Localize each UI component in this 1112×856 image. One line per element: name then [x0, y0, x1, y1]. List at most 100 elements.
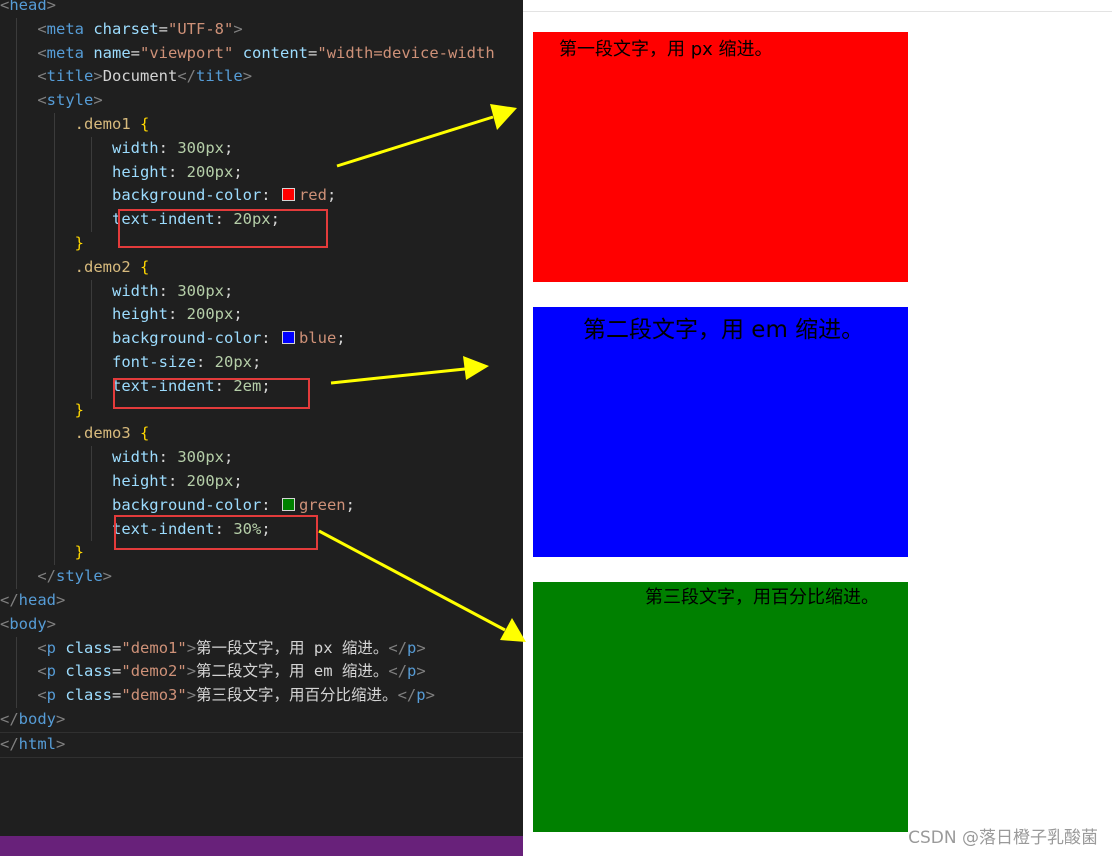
code-line[interactable]: height: 200px;: [0, 303, 523, 328]
indent-guide: [54, 303, 55, 328]
indent-guide: [16, 255, 17, 280]
code-editor-panel[interactable]: <head> <meta charset="UTF-8"> <meta name…: [0, 0, 523, 856]
indent-guide: [16, 160, 17, 185]
indent-guide: [16, 303, 17, 328]
indent-guide: [91, 208, 92, 232]
highlight-text-indent-em: [113, 378, 310, 409]
indent-guide: [16, 65, 17, 90]
code-line[interactable]: <p class="demo1">第一段文字，用 px 缩进。</p>: [0, 636, 523, 661]
code-line[interactable]: font-size: 20px;: [0, 350, 523, 375]
indent-guide: [54, 327, 55, 351]
preview-divider: [523, 11, 1112, 12]
indent-guide: [91, 350, 92, 375]
indent-guide: [54, 541, 55, 566]
indent-guide: [54, 422, 55, 447]
code-line[interactable]: width: 300px;: [0, 136, 523, 161]
indent-guide: [54, 517, 55, 542]
indent-guide: [54, 493, 55, 518]
code-line[interactable]: .demo1 {: [0, 112, 523, 137]
indent-guide: [54, 184, 55, 209]
indent-guide: [91, 160, 92, 185]
code-line[interactable]: <title>Document</title>: [0, 65, 523, 90]
indent-guide: [16, 89, 17, 113]
indent-guide: [16, 208, 17, 232]
indent-guide: [16, 493, 17, 518]
code-line[interactable]: height: 200px;: [0, 469, 523, 494]
indent-guide: [54, 255, 55, 280]
indent-guide: [16, 374, 17, 399]
indent-guide: [91, 136, 92, 161]
color-swatch-blue[interactable]: [281, 331, 295, 345]
indent-guide: [91, 517, 92, 542]
indent-guide: [54, 398, 55, 423]
indent-guide: [16, 136, 17, 161]
code-line[interactable]: <body>: [0, 613, 523, 637]
indent-guide: [16, 517, 17, 542]
browser-preview: 第一段文字，用 px 缩进。 第二段文字，用 em 缩进。 第三段文字，用百分比…: [523, 0, 1112, 856]
indent-guide: [54, 446, 55, 470]
indent-guide: [16, 660, 17, 685]
color-swatch-red[interactable]: [281, 188, 295, 202]
indent-guide: [91, 446, 92, 470]
indent-guide: [54, 112, 55, 137]
indent-guide: [54, 136, 55, 161]
indent-guide: [16, 184, 17, 209]
indent-guide: [16, 41, 17, 66]
code-line[interactable]: </body>: [0, 708, 523, 732]
indent-guide: [16, 541, 17, 566]
highlight-text-indent-px: [118, 209, 328, 248]
indent-guide: [16, 636, 17, 661]
indent-guide: [54, 279, 55, 304]
indent-guide: [54, 160, 55, 185]
demo2-box: 第二段文字，用 em 缩进。: [533, 307, 908, 557]
code-line[interactable]: background-color: green;: [0, 493, 523, 518]
indent-guide: [54, 374, 55, 399]
indent-guide: [16, 327, 17, 351]
code-line[interactable]: </head>: [0, 589, 523, 613]
code-line[interactable]: <p class="demo2">第二段文字，用 em 缩进。</p>: [0, 660, 523, 685]
indent-guide: [91, 184, 92, 209]
code-line[interactable]: <meta name="viewport" content="width=dev…: [0, 41, 523, 66]
demo1-paragraph: 第一段文字，用 px 缩进。: [559, 39, 773, 60]
highlight-text-indent-percent: [114, 515, 318, 550]
code-line[interactable]: <head>: [0, 0, 523, 18]
indent-guide: [16, 112, 17, 137]
indent-guide: [54, 231, 55, 256]
indent-guide: [16, 422, 17, 447]
indent-guide: [16, 279, 17, 304]
indent-guide: [54, 350, 55, 375]
code-line[interactable]: <p class="demo3">第三段文字，用百分比缩进。</p>: [0, 684, 523, 708]
indent-guide: [16, 398, 17, 423]
code-line[interactable]: .demo3 {: [0, 422, 523, 447]
indent-guide: [54, 469, 55, 494]
indent-guide: [91, 374, 92, 399]
indent-guide: [16, 231, 17, 256]
indent-guide: [16, 350, 17, 375]
code-line[interactable]: .demo2 {: [0, 255, 523, 280]
code-line[interactable]: </style>: [0, 565, 523, 589]
watermark: CSDN @落日橙子乳酸菌: [908, 828, 1098, 848]
status-bar: [0, 836, 523, 856]
indent-guide: [16, 469, 17, 494]
code-line[interactable]: <style>: [0, 89, 523, 113]
indent-guide: [91, 493, 92, 518]
indent-guide: [91, 469, 92, 494]
code-line[interactable]: width: 300px;: [0, 446, 523, 470]
code-line[interactable]: <meta charset="UTF-8">: [0, 17, 523, 42]
demo1-box: 第一段文字，用 px 缩进。: [533, 32, 908, 282]
code-line[interactable]: background-color: blue;: [0, 327, 523, 351]
demo3-box: 第三段文字，用百分比缩进。: [533, 582, 908, 832]
indent-guide: [91, 279, 92, 304]
code-line[interactable]: width: 300px;: [0, 279, 523, 304]
indent-guide: [16, 684, 17, 708]
indent-guide: [91, 327, 92, 351]
color-swatch-green[interactable]: [281, 497, 295, 511]
code-line-current[interactable]: </html>: [0, 731, 523, 758]
demo2-paragraph: 第二段文字，用 em 缩进。: [583, 317, 865, 343]
indent-guide: [16, 565, 17, 589]
indent-guide: [16, 17, 17, 42]
code-line[interactable]: background-color: red;: [0, 184, 523, 209]
indent-guide: [54, 208, 55, 232]
code-line[interactable]: height: 200px;: [0, 160, 523, 185]
indent-guide: [91, 303, 92, 328]
